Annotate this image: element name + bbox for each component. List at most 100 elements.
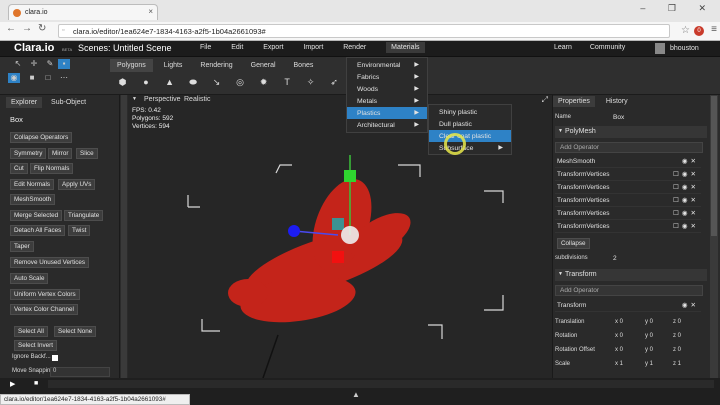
- window-controls[interactable]: – ❐ ✕: [640, 3, 716, 14]
- reload-icon[interactable]: ↻: [38, 23, 46, 34]
- browser-tab[interactable]: clara.io ×: [8, 4, 158, 20]
- menu-item-environmental[interactable]: Environmental ▶: [347, 59, 427, 71]
- grid-icon[interactable]: ⋯: [58, 73, 70, 83]
- extension-icon[interactable]: 0: [694, 26, 704, 36]
- select-all-button[interactable]: Select All: [14, 326, 48, 337]
- transform-row[interactable]: Transform ◉✕: [555, 301, 701, 312]
- left-scrollbar[interactable]: [121, 95, 127, 378]
- cube-icon[interactable]: ■: [26, 73, 38, 83]
- ignore-backfaces-checkbox[interactable]: [52, 355, 58, 361]
- cut-button[interactable]: Cut: [10, 163, 28, 174]
- tab-bones[interactable]: Bones: [287, 59, 321, 72]
- operator-row[interactable]: TransformVertices ☐◉✕: [555, 209, 701, 220]
- polymesh-section[interactable]: PolyMesh: [555, 126, 707, 138]
- taper-button[interactable]: Taper: [10, 241, 34, 252]
- tab-explorer[interactable]: Explorer: [6, 97, 43, 108]
- rotate-icon[interactable]: ✎: [44, 59, 56, 69]
- menu-edit[interactable]: Edit: [231, 44, 243, 51]
- move-snapping-input[interactable]: 0: [50, 367, 110, 377]
- collapse-button[interactable]: Collapse: [557, 238, 590, 249]
- tab-properties[interactable]: Properties: [553, 96, 595, 107]
- tab-general[interactable]: General: [244, 59, 283, 72]
- back-icon[interactable]: ←: [6, 23, 16, 34]
- cone-tool-icon[interactable]: ▲: [159, 77, 180, 87]
- flip-normals-button[interactable]: Flip Normals: [30, 163, 74, 174]
- viewport-menu-icon[interactable]: ▼: [132, 96, 137, 102]
- menu-import[interactable]: Import: [303, 44, 323, 51]
- scale-y[interactable]: y 1: [645, 361, 653, 367]
- pointer-tool-icon[interactable]: ↘: [206, 77, 227, 88]
- community-link[interactable]: Community: [590, 44, 625, 51]
- subdivisions-input[interactable]: 2: [613, 255, 617, 262]
- gear-tool-icon[interactable]: ✹: [253, 77, 274, 88]
- rotation-offset-x[interactable]: x 0: [615, 347, 623, 353]
- add-operator-input[interactable]: Add Operator: [555, 142, 703, 153]
- clara-logo[interactable]: Clara.io: [14, 42, 54, 54]
- menu-materials[interactable]: Materials: [386, 42, 425, 53]
- camera-tool-icon[interactable]: ➶: [324, 77, 345, 88]
- right-scrollbar-thumb[interactable]: [711, 96, 717, 236]
- address-bar[interactable]: ▫ clara.io/editor/1ea624e7-1834-4163-a2f…: [58, 24, 670, 38]
- text-tool-icon[interactable]: T: [277, 77, 298, 87]
- tab-polygons[interactable]: Polygons: [110, 59, 153, 72]
- rotation-y[interactable]: y 0: [645, 333, 653, 339]
- rotation-z[interactable]: z 0: [673, 333, 681, 339]
- camera-mode[interactable]: Perspective: [144, 96, 181, 103]
- move-icon[interactable]: ✛: [28, 59, 40, 69]
- apply-uvs-button[interactable]: Apply UVs: [58, 179, 96, 190]
- menu-render[interactable]: Render: [343, 44, 366, 51]
- select-invert-button[interactable]: Select Invert: [14, 340, 57, 351]
- play-icon[interactable]: ▶: [10, 380, 15, 388]
- torus-tool-icon[interactable]: ◎: [230, 77, 251, 88]
- square-icon[interactable]: □: [42, 73, 54, 83]
- auto-scale-button[interactable]: Auto Scale: [10, 273, 49, 284]
- vertex-color-channel-button[interactable]: Vertex Color Channel: [10, 304, 78, 315]
- remove-unused-vertices-button[interactable]: Remove Unused Vertices: [10, 257, 90, 268]
- rotation-offset-y[interactable]: y 0: [645, 347, 653, 353]
- bookmark-star-icon[interactable]: ☆: [681, 25, 690, 36]
- menu-item-fabrics[interactable]: Fabrics ▶: [347, 71, 427, 83]
- translation-y[interactable]: y 0: [645, 319, 653, 325]
- stop-icon[interactable]: ■: [34, 380, 38, 387]
- close-tab-icon[interactable]: ×: [148, 7, 153, 16]
- operator-row[interactable]: TransformVertices ☐◉✕: [555, 222, 701, 233]
- triangulate-button[interactable]: Triangulate: [64, 210, 104, 221]
- submenu-shiny-plastic[interactable]: Shiny plastic: [429, 106, 511, 118]
- scene-title[interactable]: Scenes: Untitled Scene: [78, 43, 172, 53]
- collapse-operators-button[interactable]: Collapse Operators: [10, 132, 73, 143]
- chevron-up-icon[interactable]: ▲: [352, 390, 360, 399]
- select-none-button[interactable]: Select None: [54, 326, 97, 337]
- translation-x[interactable]: x 0: [615, 319, 623, 325]
- mirror-button[interactable]: Mirror: [48, 148, 73, 159]
- edit-normals-button[interactable]: Edit Normals: [10, 179, 55, 190]
- tab-rendering[interactable]: Rendering: [193, 59, 239, 72]
- menu-item-architectural[interactable]: Architectural ▶: [347, 119, 427, 131]
- uniform-vertex-colors-button[interactable]: Uniform Vertex Colors: [10, 289, 80, 300]
- translation-z[interactable]: z 0: [673, 319, 681, 325]
- scale-z[interactable]: z 1: [673, 361, 681, 367]
- operator-row[interactable]: TransformVertices ☐◉✕: [555, 170, 701, 181]
- arrow-icon[interactable]: ↖: [12, 59, 24, 69]
- operator-row[interactable]: TransformVertices ☐◉✕: [555, 183, 701, 194]
- menu-item-woods[interactable]: Woods ▶: [347, 83, 427, 95]
- add-operator-input-2[interactable]: Add Operator: [555, 285, 703, 296]
- detach-all-faces-button[interactable]: Detach All Faces: [10, 225, 66, 236]
- transform-section[interactable]: Transform: [555, 269, 707, 281]
- sphere-tool-icon[interactable]: ●: [136, 77, 157, 87]
- scale-icon[interactable]: ▪: [58, 59, 70, 69]
- box-tool-icon[interactable]: ⬢: [112, 77, 133, 88]
- light-tool-icon[interactable]: ✧: [300, 77, 321, 88]
- symmetry-button[interactable]: Symmetry: [10, 148, 47, 159]
- tab-history[interactable]: History: [601, 96, 633, 107]
- avatar[interactable]: [655, 43, 665, 54]
- cylinder-tool-icon[interactable]: ⬬: [183, 77, 204, 88]
- submenu-subsurface[interactable]: Subsurface ▶: [429, 142, 511, 154]
- twist-button[interactable]: Twist: [68, 225, 91, 236]
- timeline-track[interactable]: [48, 380, 714, 388]
- expand-icon[interactable]: ⤢: [542, 95, 548, 105]
- username[interactable]: bhouston: [670, 45, 699, 52]
- submenu-dull-plastic[interactable]: Dull plastic: [429, 118, 511, 130]
- rotation-x[interactable]: x 0: [615, 333, 623, 339]
- slice-button[interactable]: Slice: [76, 148, 98, 159]
- learn-link[interactable]: Learn: [554, 44, 572, 51]
